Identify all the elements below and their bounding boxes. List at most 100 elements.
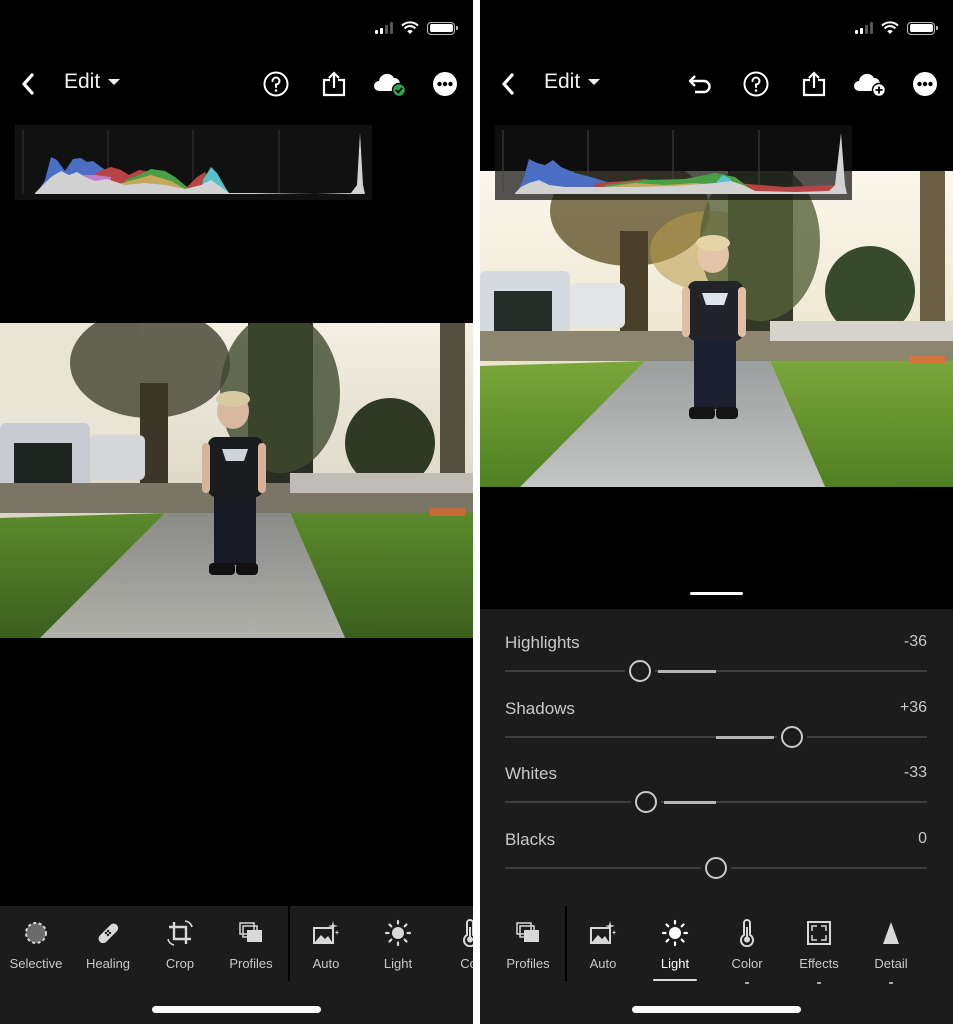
- slider-value[interactable]: -33: [904, 764, 927, 782]
- tool-light[interactable]: Light: [639, 916, 711, 986]
- status-bar: [855, 18, 938, 38]
- share-icon: [802, 71, 826, 97]
- tool-label: Col: [460, 956, 473, 971]
- cloud-add-icon: [854, 73, 887, 97]
- crop-icon: [167, 920, 193, 946]
- drawer-handle[interactable]: [690, 592, 743, 595]
- back-chevron-icon: [22, 73, 34, 95]
- tool-optics[interactable]: O: [927, 916, 953, 986]
- tool-color[interactable]: Color: [711, 916, 783, 986]
- profiles-icon: [516, 922, 539, 942]
- slider-whites: Whites -33: [505, 764, 927, 824]
- tool-healing[interactable]: Healing: [72, 916, 144, 986]
- help-icon: [263, 71, 289, 97]
- slider-label: Highlights: [505, 633, 580, 652]
- share-button[interactable]: [318, 68, 350, 100]
- tool-profiles[interactable]: Profiles: [215, 916, 287, 986]
- back-chevron-icon: [502, 73, 514, 95]
- tool-crop[interactable]: Crop: [144, 916, 216, 986]
- histogram[interactable]: [495, 125, 852, 200]
- tool-color[interactable]: Col: [434, 916, 473, 986]
- selective-icon: [25, 922, 47, 944]
- auto-icon: [313, 921, 340, 944]
- back-button[interactable]: [12, 68, 44, 100]
- tool-label: Auto: [589, 956, 617, 971]
- highlights-slider[interactable]: [505, 660, 927, 682]
- sun-icon: [384, 919, 412, 947]
- wifi-icon: [401, 21, 419, 34]
- slider-thumb[interactable]: [635, 791, 658, 813]
- slider-thumb[interactable]: [780, 726, 803, 748]
- slider-label: Whites: [505, 764, 557, 783]
- tool-effects[interactable]: Effects: [783, 916, 855, 986]
- status-bar: [375, 18, 458, 38]
- thermometer-icon: [740, 919, 754, 947]
- tool-light[interactable]: Light: [362, 916, 434, 986]
- tool-profiles[interactable]: Profiles: [492, 916, 564, 986]
- tool-selective[interactable]: Selective: [0, 916, 72, 986]
- more-icon: [913, 72, 937, 96]
- shadows-slider[interactable]: [505, 726, 927, 748]
- slider-thumb[interactable]: [629, 660, 652, 682]
- slider-value[interactable]: -36: [904, 633, 927, 651]
- home-indicator[interactable]: [632, 1006, 801, 1013]
- top-bar: Edit: [0, 64, 473, 104]
- battery-icon: [427, 21, 458, 35]
- photo-preview[interactable]: [0, 323, 473, 638]
- photo-preview[interactable]: [480, 171, 953, 487]
- back-button[interactable]: [492, 68, 524, 100]
- more-button[interactable]: [909, 68, 941, 100]
- after-screen: Edit Highlights -36 Shadows +36 Whites -…: [480, 0, 953, 1024]
- cloud-add-button[interactable]: [853, 68, 889, 100]
- cellular-signal-icon: [375, 22, 393, 34]
- detail-icon: [883, 922, 899, 944]
- bandage-icon: [98, 923, 119, 944]
- changes-indicator: [745, 982, 749, 984]
- tool-label: Light: [383, 956, 413, 971]
- slider-value[interactable]: 0: [918, 830, 927, 848]
- top-bar: Edit: [480, 64, 953, 104]
- tool-label: Profiles: [506, 956, 550, 971]
- tool-auto[interactable]: Auto: [567, 916, 639, 986]
- caret-down-icon: [108, 79, 121, 85]
- tool-auto[interactable]: Auto: [290, 916, 362, 986]
- edit-mode-dropdown[interactable]: Edit: [64, 70, 121, 94]
- blacks-slider[interactable]: [505, 857, 927, 879]
- sun-icon: [661, 919, 689, 947]
- tool-label: Detail: [874, 956, 908, 971]
- share-button[interactable]: [798, 68, 830, 100]
- help-button[interactable]: [260, 68, 292, 100]
- tool-label: Profiles: [229, 956, 273, 971]
- cloud-sync-button[interactable]: [373, 68, 409, 100]
- slider-shadows: Shadows +36: [505, 699, 927, 759]
- tool-label: Effects: [799, 956, 839, 971]
- whites-slider[interactable]: [505, 791, 927, 813]
- caret-down-icon: [588, 79, 601, 85]
- more-icon: [433, 72, 457, 96]
- tool-label: Selective: [9, 956, 63, 971]
- wifi-icon: [881, 21, 899, 34]
- tool-label: Healing: [85, 956, 131, 971]
- slider-highlights: Highlights -36: [505, 633, 927, 693]
- effects-icon: [807, 921, 831, 945]
- edit-mode-dropdown[interactable]: Edit: [544, 70, 601, 94]
- undo-button[interactable]: [684, 68, 716, 100]
- tool-label: O: [927, 956, 953, 971]
- share-icon: [322, 71, 346, 97]
- edit-mode-label: Edit: [544, 70, 581, 93]
- undo-icon: [688, 75, 711, 94]
- slider-thumb[interactable]: [705, 857, 727, 879]
- help-icon: [743, 71, 769, 97]
- light-adjustments-panel: Highlights -36 Shadows +36 Whites -33 Bl…: [480, 609, 953, 906]
- home-indicator[interactable]: [152, 1006, 321, 1013]
- tool-label: Auto: [312, 956, 340, 971]
- before-screen: Edit Selective Healing Crop Profiles Aut…: [0, 0, 473, 1024]
- tool-label: Light: [660, 956, 690, 971]
- histogram[interactable]: [15, 125, 372, 200]
- slider-value[interactable]: +36: [900, 699, 927, 717]
- more-button[interactable]: [429, 68, 461, 100]
- thermometer-icon: [463, 919, 473, 947]
- help-button[interactable]: [740, 68, 772, 100]
- tool-detail[interactable]: Detail: [855, 916, 927, 986]
- tool-label: Crop: [165, 956, 195, 971]
